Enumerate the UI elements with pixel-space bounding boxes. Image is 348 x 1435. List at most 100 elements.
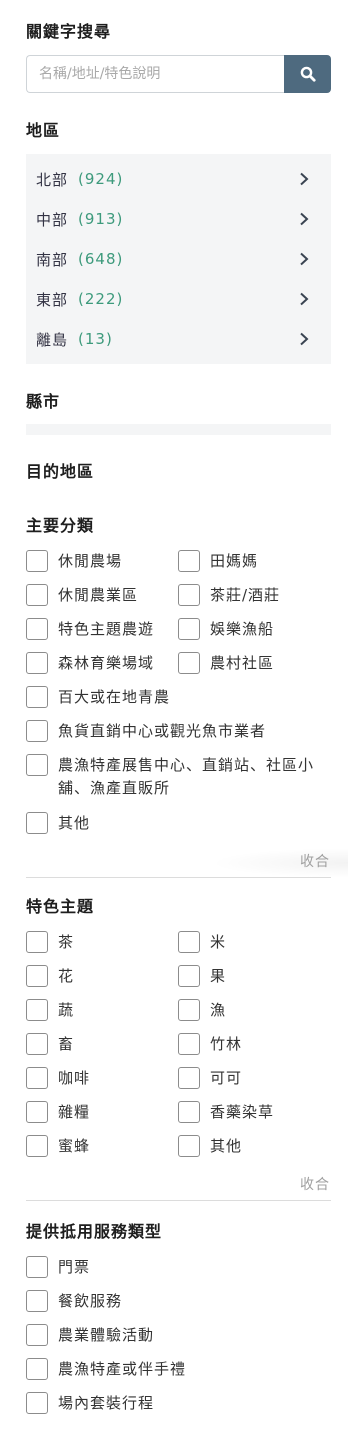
chevron-right-icon bbox=[300, 292, 309, 306]
checkbox-box[interactable] bbox=[178, 999, 200, 1021]
destination-heading: 目的地區 bbox=[26, 462, 95, 481]
checkbox-box[interactable] bbox=[26, 965, 48, 987]
region-name: 東部 bbox=[36, 290, 69, 309]
checkbox-label: 竹林 bbox=[210, 1035, 243, 1053]
checkbox-box[interactable] bbox=[178, 652, 200, 674]
county-heading: 縣市 bbox=[26, 392, 61, 411]
checkbox-tea[interactable]: 茶 bbox=[26, 931, 74, 953]
checkbox-label: 咖啡 bbox=[58, 1069, 91, 1087]
checkbox-other-category[interactable]: 其他 bbox=[26, 812, 90, 834]
checkbox-label: 其他 bbox=[210, 1137, 243, 1155]
search-button[interactable] bbox=[284, 55, 331, 93]
checkbox-box[interactable] bbox=[26, 1033, 48, 1055]
chevron-right-icon bbox=[300, 332, 309, 346]
region-count: (222) bbox=[78, 290, 124, 308]
checkbox-label: 其他 bbox=[58, 814, 91, 832]
region-item-north[interactable]: 北部 (924) bbox=[26, 159, 331, 199]
checkbox-fishing-boat[interactable]: 娛樂漁船 bbox=[178, 618, 274, 640]
checkbox-box[interactable] bbox=[26, 652, 48, 674]
checkbox-label: 魚貨直銷中心或觀光魚市業者 bbox=[58, 722, 267, 740]
checkbox-label: 農業體驗活動 bbox=[58, 1326, 155, 1344]
checkbox-box[interactable] bbox=[26, 1358, 48, 1380]
checkbox-flower[interactable]: 花 bbox=[26, 965, 74, 987]
checkbox-box[interactable] bbox=[26, 812, 48, 834]
checkbox-theme-tour[interactable]: 特色主題農遊 bbox=[26, 618, 154, 640]
checkbox-label: 農漁特產展售中心、直銷站、社區小舖、漁產直販所 bbox=[58, 756, 315, 797]
checkbox-other-theme[interactable]: 其他 bbox=[178, 1135, 242, 1157]
checkbox-box[interactable] bbox=[26, 1290, 48, 1312]
checkbox-box[interactable] bbox=[26, 1324, 48, 1346]
checkbox-box[interactable] bbox=[178, 1135, 200, 1157]
checkbox-label: 茶 bbox=[58, 933, 75, 951]
checkbox-herbs-dye[interactable]: 香藥染草 bbox=[178, 1101, 274, 1123]
checkbox-box[interactable] bbox=[178, 1033, 200, 1055]
checkbox-dining[interactable]: 餐飲服務 bbox=[26, 1290, 122, 1312]
checkbox-bamboo[interactable]: 竹林 bbox=[178, 1033, 242, 1055]
checkbox-ticket[interactable]: 門票 bbox=[26, 1256, 90, 1278]
search-bar bbox=[26, 55, 331, 93]
checkbox-box[interactable] bbox=[26, 550, 48, 572]
checkbox-package-tour[interactable]: 場內套裝行程 bbox=[26, 1392, 154, 1414]
region-item-islands[interactable]: 離島 (13) bbox=[26, 319, 331, 359]
checkbox-rice[interactable]: 米 bbox=[178, 931, 226, 953]
checkbox-box[interactable] bbox=[178, 1101, 200, 1123]
checkbox-souvenirs[interactable]: 農漁特產或伴手禮 bbox=[26, 1358, 186, 1380]
checkbox-box[interactable] bbox=[178, 965, 200, 987]
keyword-search-heading: 關鍵字搜尋 bbox=[26, 22, 112, 41]
checkbox-box[interactable] bbox=[26, 754, 48, 776]
checkbox-tea-winery[interactable]: 茶莊/酒莊 bbox=[178, 584, 280, 606]
checkbox-label: 果 bbox=[210, 967, 227, 985]
region-item-east[interactable]: 東部 (222) bbox=[26, 279, 331, 319]
checkbox-label: 花 bbox=[58, 967, 75, 985]
checkbox-box[interactable] bbox=[26, 686, 48, 708]
checkbox-rural-community[interactable]: 農村社區 bbox=[178, 652, 274, 674]
checkbox-tian-mama[interactable]: 田媽媽 bbox=[178, 550, 258, 572]
checkbox-livestock[interactable]: 畜 bbox=[26, 1033, 74, 1055]
checkbox-fishery[interactable]: 漁 bbox=[178, 999, 226, 1021]
checkbox-coffee[interactable]: 咖啡 bbox=[26, 1067, 90, 1089]
checkbox-box[interactable] bbox=[26, 1067, 48, 1089]
region-name: 中部 bbox=[36, 210, 69, 229]
checkbox-forest-recreation[interactable]: 森林育樂場域 bbox=[26, 652, 154, 674]
checkbox-box[interactable] bbox=[26, 584, 48, 606]
checkbox-vegetable[interactable]: 蔬 bbox=[26, 999, 74, 1021]
checkbox-box[interactable] bbox=[26, 931, 48, 953]
checkbox-label: 蔬 bbox=[58, 1001, 75, 1019]
checkbox-box[interactable] bbox=[178, 584, 200, 606]
checkbox-grains[interactable]: 雜糧 bbox=[26, 1101, 90, 1123]
collapse-button-category[interactable]: 收合 bbox=[300, 851, 330, 871]
region-name: 南部 bbox=[36, 250, 69, 269]
checkbox-box[interactable] bbox=[26, 1256, 48, 1278]
county-panel[interactable] bbox=[26, 424, 331, 435]
checkbox-cocoa[interactable]: 可可 bbox=[178, 1067, 242, 1089]
checkbox-label: 百大或在地青農 bbox=[58, 688, 171, 706]
checkbox-box[interactable] bbox=[26, 1392, 48, 1414]
region-count: (924) bbox=[78, 170, 124, 188]
checkbox-young-farmers[interactable]: 百大或在地青農 bbox=[26, 686, 170, 708]
checkbox-box[interactable] bbox=[178, 550, 200, 572]
checkbox-box[interactable] bbox=[178, 931, 200, 953]
checkbox-box[interactable] bbox=[26, 1101, 48, 1123]
checkbox-farm-experience[interactable]: 農業體驗活動 bbox=[26, 1324, 154, 1346]
collapse-button-theme[interactable]: 收合 bbox=[300, 1174, 330, 1194]
checkbox-label: 休閒農業區 bbox=[58, 586, 139, 604]
checkbox-leisure-agri-area[interactable]: 休閒農業區 bbox=[26, 584, 138, 606]
chevron-right-icon bbox=[300, 172, 309, 186]
checkbox-box[interactable] bbox=[26, 618, 48, 640]
checkbox-box[interactable] bbox=[178, 1067, 200, 1089]
checkbox-leisure-farm[interactable]: 休閒農場 bbox=[26, 550, 122, 572]
checkbox-label: 米 bbox=[210, 933, 227, 951]
checkbox-box[interactable] bbox=[26, 999, 48, 1021]
checkbox-box[interactable] bbox=[26, 720, 48, 742]
checkbox-specialty-sales[interactable]: 農漁特產展售中心、直銷站、社區小舖、漁產直販所 bbox=[26, 754, 328, 800]
search-input[interactable] bbox=[26, 55, 284, 93]
checkbox-box[interactable] bbox=[178, 618, 200, 640]
checkbox-box[interactable] bbox=[26, 1135, 48, 1157]
checkbox-fruit[interactable]: 果 bbox=[178, 965, 226, 987]
checkbox-fish-market[interactable]: 魚貨直銷中心或觀光魚市業者 bbox=[26, 720, 266, 742]
divider bbox=[26, 1200, 331, 1201]
checkbox-bee[interactable]: 蜜蜂 bbox=[26, 1135, 90, 1157]
region-item-central[interactable]: 中部 (913) bbox=[26, 199, 331, 239]
region-item-south[interactable]: 南部 (648) bbox=[26, 239, 331, 279]
checkbox-label: 漁 bbox=[210, 1001, 227, 1019]
